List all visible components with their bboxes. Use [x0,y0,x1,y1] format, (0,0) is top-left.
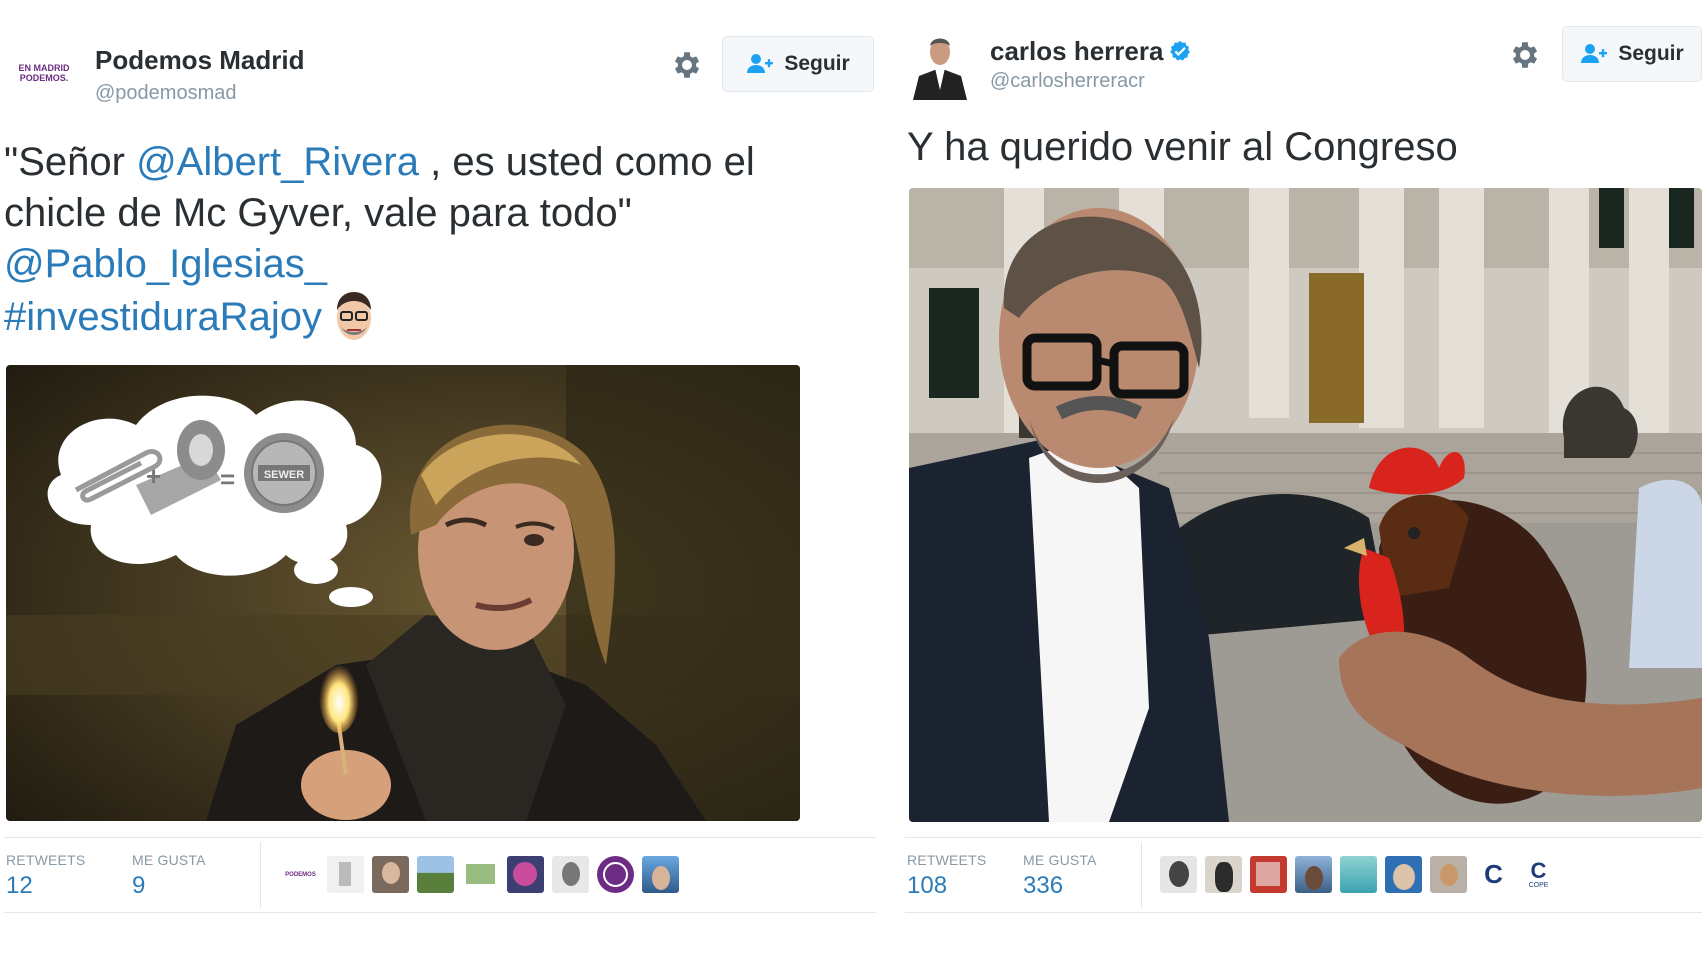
likes-stat[interactable]: ME GUSTA 336 [1023,852,1097,900]
follow-button[interactable]: Seguir [722,36,874,92]
retweets-stat[interactable]: RETWEETS 12 [6,852,85,900]
display-name-text: carlos herrera [990,36,1164,66]
follow-label: Seguir [784,52,850,75]
avatar-photo [913,38,967,100]
liker-avatar[interactable] [552,856,589,893]
add-user-icon [1581,44,1608,63]
liker-avatar[interactable] [1160,856,1197,893]
rajoy-face-emoji [336,292,371,340]
liker-avatar[interactable]: PODEMOS [282,856,319,893]
mention-albert-rivera[interactable]: @Albert_Rivera [136,140,419,184]
cope-logo-text: COPE [1528,882,1549,889]
liker-avatar[interactable] [417,856,454,893]
display-name[interactable]: carlos herrera [990,36,1191,67]
stats-divider [1141,842,1142,908]
tweet-text: Y ha querido venir al Congreso [907,125,1458,169]
liker-avatar[interactable] [372,856,409,893]
bubble-plus: + [146,461,161,491]
verified-badge-icon [1170,40,1191,61]
likers-avatars: PODEMOS [282,856,679,893]
avatar[interactable] [909,30,971,100]
cope-logo-letter: C [1484,859,1503,889]
retweets-label: RETWEETS [907,852,987,868]
tweet-media-macgyver-meme[interactable]: + = SEWER [6,365,800,821]
likes-label: ME GUSTA [1023,852,1097,868]
liker-avatar-label: PODEMOS [285,871,316,878]
tweet-podemos-madrid: EN MADRID PODEMOS. Podemos Madrid @podem… [0,0,880,960]
gear-icon[interactable] [1508,38,1542,72]
liker-avatar[interactable] [327,856,364,893]
user-handle[interactable]: @podemosmad [95,82,236,105]
liker-avatar[interactable] [642,856,679,893]
bubble-equals: = [220,464,235,494]
text-segment: "Señor [4,140,137,184]
stats-divider [260,842,261,908]
liker-avatar[interactable] [507,856,544,893]
liker-avatar[interactable] [1295,856,1332,893]
photo-image [909,188,1702,822]
mention-pablo-iglesias[interactable]: @Pablo_Iglesias_ [4,239,864,290]
avatar-logo: EN MADRID PODEMOS. [18,63,70,83]
liker-avatar[interactable] [1385,856,1422,893]
bubble-label: SEWER [264,469,304,481]
liker-avatar[interactable] [1250,856,1287,893]
follow-label: Seguir [1618,42,1684,65]
likes-count: 9 [132,872,146,899]
tweet-text-line1: "Señor @Albert_Rivera , es usted como el [4,137,864,188]
liker-avatar[interactable] [597,856,634,893]
liker-avatar[interactable] [1205,856,1242,893]
tweet-media-photo-rooster[interactable] [909,188,1702,822]
liker-avatar[interactable] [1340,856,1377,893]
hashtag-investidura-rajoy[interactable]: #investiduraRajoy [4,292,322,343]
gear-icon[interactable] [670,48,704,82]
follow-button[interactable]: Seguir [1562,26,1702,82]
retweets-count: 108 [907,872,948,899]
retweets-label: RETWEETS [6,852,86,868]
user-handle[interactable]: @carlosherreracr [990,70,1145,93]
tweet-stats: RETWEETS 12 ME GUSTA 9 PODEMOS [4,837,876,913]
likers-avatars: C C COPE [1160,856,1557,893]
retweets-count: 12 [6,872,33,899]
tweet-carlos-herrera: carlos herrera @carlosherreracr Seguir Y… [905,0,1706,960]
retweets-stat[interactable]: RETWEETS 108 [907,852,986,900]
likes-label: ME GUSTA [132,852,206,868]
likes-stat[interactable]: ME GUSTA 9 [132,852,206,900]
liker-avatar-cope[interactable]: C COPE [1520,856,1557,893]
likes-count: 336 [1023,872,1064,899]
tweet-text-line4: #investiduraRajoy [4,290,864,344]
tweet-text: "Señor @Albert_Rivera , es usted como el… [4,137,864,344]
avatar[interactable]: EN MADRID PODEMOS. [10,45,74,109]
cope-logo-letter: C [1530,858,1547,883]
text-segment: , es usted como el [419,140,755,184]
liker-avatar[interactable] [1430,856,1467,893]
tweet-text-line2: chicle de Mc Gyver, vale para todo" [4,191,632,235]
liker-avatar[interactable] [462,856,499,893]
liker-avatar-cope[interactable]: C [1475,856,1512,893]
display-name[interactable]: Podemos Madrid [95,45,304,76]
add-user-icon [747,54,774,73]
tweet-header: carlos herrera @carlosherreracr Seguir [905,0,1706,120]
tweet-header: EN MADRID PODEMOS. Podemos Madrid @podem… [0,0,880,120]
tweet-stats: RETWEETS 108 ME GUSTA 336 C C COPE [905,837,1702,913]
meme-image: + = SEWER [6,365,800,821]
